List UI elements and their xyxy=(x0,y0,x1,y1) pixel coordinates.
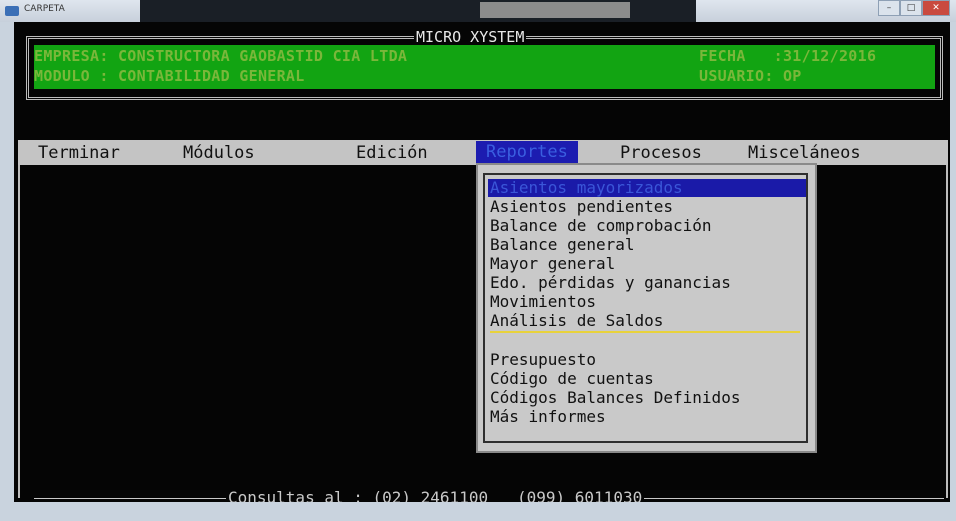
window-title: CARPETA xyxy=(24,4,65,14)
dropdown-border: Asientos mayorizados Asientos pendientes… xyxy=(483,173,808,443)
menu-option-movimientos[interactable]: Movimientos xyxy=(490,293,596,311)
app-icon xyxy=(5,6,19,16)
menu-option-perdidas-ganancias[interactable]: Edo. pérdidas y ganancias xyxy=(490,274,731,292)
info-panel: EMPRESA: CONSTRUCTORA GAOBASTID CIA LTDA… xyxy=(34,45,935,89)
user-label: USUARIO: OP xyxy=(699,67,802,85)
app-name: MICRO XYSTEM xyxy=(414,28,527,46)
window-frame: CARPETA – □ ✕ MICRO XYSTEM EMPRESA: CONS… xyxy=(0,0,956,521)
menu-option-codigo-cuentas[interactable]: Código de cuentas xyxy=(490,370,654,388)
module-label: MODULO : CONTABILIDAD GENERAL xyxy=(34,67,305,85)
info-header: MICRO XYSTEM EMPRESA: CONSTRUCTORA GAOBA… xyxy=(26,29,943,100)
menu-edicion[interactable]: Edición xyxy=(356,143,428,163)
console-screen: MICRO XYSTEM EMPRESA: CONSTRUCTORA GAOBA… xyxy=(14,22,950,507)
taskbar-thumbnail xyxy=(480,2,630,18)
company-label: EMPRESA: CONSTRUCTORA GAOBASTID CIA LTDA xyxy=(34,47,408,65)
close-button[interactable]: ✕ xyxy=(922,0,950,16)
window-controls: – □ ✕ xyxy=(878,0,950,16)
menu-terminar[interactable]: Terminar xyxy=(38,143,120,163)
menu-separator xyxy=(490,331,800,333)
screen-border-left xyxy=(18,165,32,498)
menu-option-analisis-saldos[interactable]: Análisis de Saldos xyxy=(490,312,663,330)
menu-option-balance-comprobacion[interactable]: Balance de comprobación xyxy=(490,217,712,235)
window-bottom-edge xyxy=(0,502,956,521)
menu-option-mayor-general[interactable]: Mayor general xyxy=(490,255,615,273)
menu-option-asientos-pendientes[interactable]: Asientos pendientes xyxy=(490,198,673,216)
menu-option-presupuesto[interactable]: Presupuesto xyxy=(490,351,596,369)
menu-option-asientos-mayorizados[interactable]: Asientos mayorizados xyxy=(488,179,806,197)
menu-option-mas-informes[interactable]: Más informes xyxy=(490,408,606,426)
menu-option-codigos-balances[interactable]: Códigos Balances Definidos xyxy=(490,389,740,407)
maximize-button[interactable]: □ xyxy=(900,0,922,16)
menu-reportes[interactable]: Reportes xyxy=(476,141,578,163)
date-label: FECHA :31/12/2016 xyxy=(699,47,877,65)
menu-bar: Terminar Módulos Edición Reportes Proces… xyxy=(18,140,948,165)
screen-border-right xyxy=(934,165,948,498)
menu-modulos[interactable]: Módulos xyxy=(183,143,255,163)
menu-option-balance-general[interactable]: Balance general xyxy=(490,236,635,254)
minimize-button[interactable]: – xyxy=(878,0,900,16)
menu-miscelaneos[interactable]: Misceláneos xyxy=(748,143,861,163)
reportes-dropdown: Asientos mayorizados Asientos pendientes… xyxy=(476,163,817,453)
menu-procesos[interactable]: Procesos xyxy=(620,143,702,163)
